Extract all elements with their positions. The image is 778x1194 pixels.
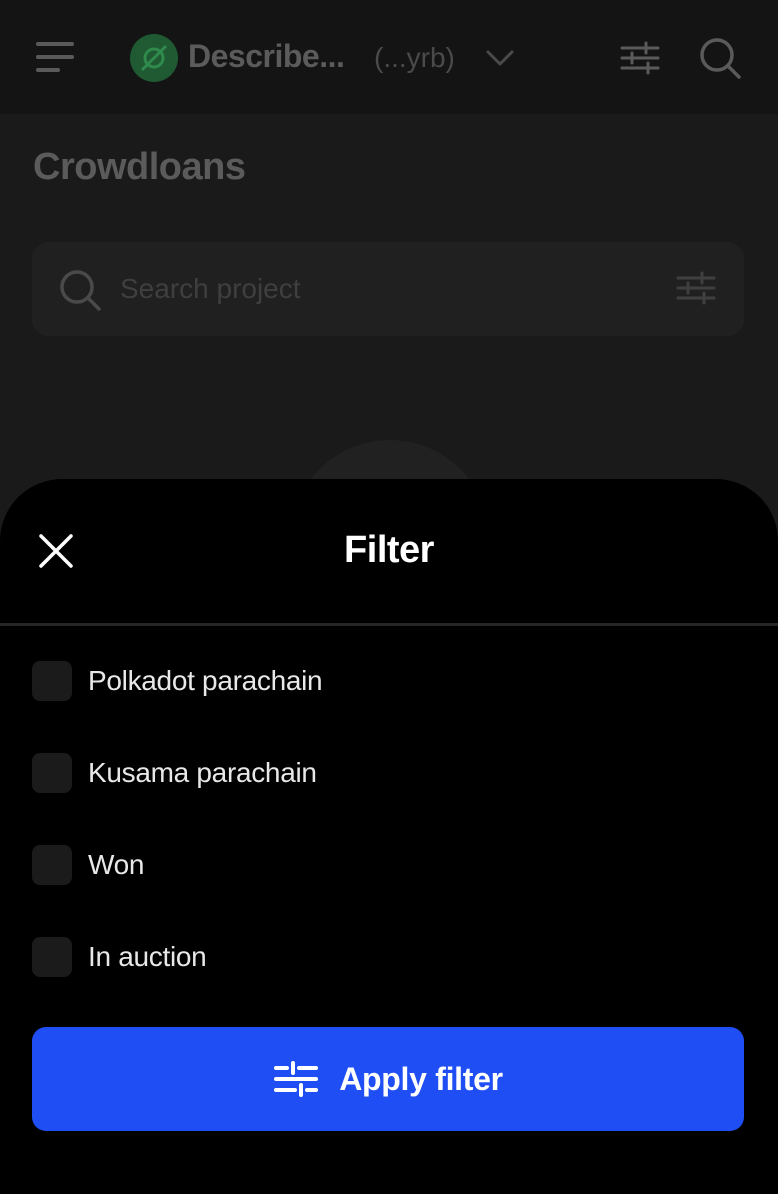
checkbox[interactable] [32, 937, 72, 977]
filter-option-kusama-parachain[interactable]: Kusama parachain [32, 752, 632, 794]
filter-option-polkadot-parachain[interactable]: Polkadot parachain [32, 660, 632, 702]
account-avatar-icon[interactable] [130, 34, 178, 82]
filter-sheet: Filter Polkadot parachain Kusama paracha… [0, 479, 778, 1194]
search-icon[interactable] [698, 36, 742, 80]
option-label: Kusama parachain [88, 757, 317, 788]
account-name[interactable]: Describe... [188, 38, 345, 75]
option-label: In auction [88, 941, 207, 972]
checkbox[interactable] [32, 845, 72, 885]
checkbox[interactable] [32, 753, 72, 793]
page-title: Crowdloans [33, 146, 246, 188]
filter-icon[interactable] [618, 36, 662, 80]
checkbox[interactable] [32, 661, 72, 701]
search-input[interactable] [120, 266, 640, 312]
search-icon [58, 268, 102, 312]
search-bar[interactable] [32, 242, 744, 336]
filter-option-won[interactable]: Won [32, 844, 632, 886]
option-label: Polkadot parachain [88, 665, 323, 696]
apply-filter-button[interactable]: Apply filter [32, 1027, 744, 1131]
account-address[interactable]: (...yrb) [374, 42, 455, 74]
divider [0, 623, 778, 626]
filter-icon [273, 1060, 319, 1098]
menu-icon[interactable] [36, 40, 76, 74]
filter-option-in-auction[interactable]: In auction [32, 936, 632, 978]
chevron-down-icon[interactable] [484, 44, 516, 72]
apply-filter-label: Apply filter [339, 1060, 503, 1097]
option-label: Won [88, 849, 145, 880]
filter-icon[interactable] [676, 270, 716, 306]
app-header: Describe... (...yrb) [0, 0, 778, 114]
sheet-title: Filter [344, 529, 434, 571]
